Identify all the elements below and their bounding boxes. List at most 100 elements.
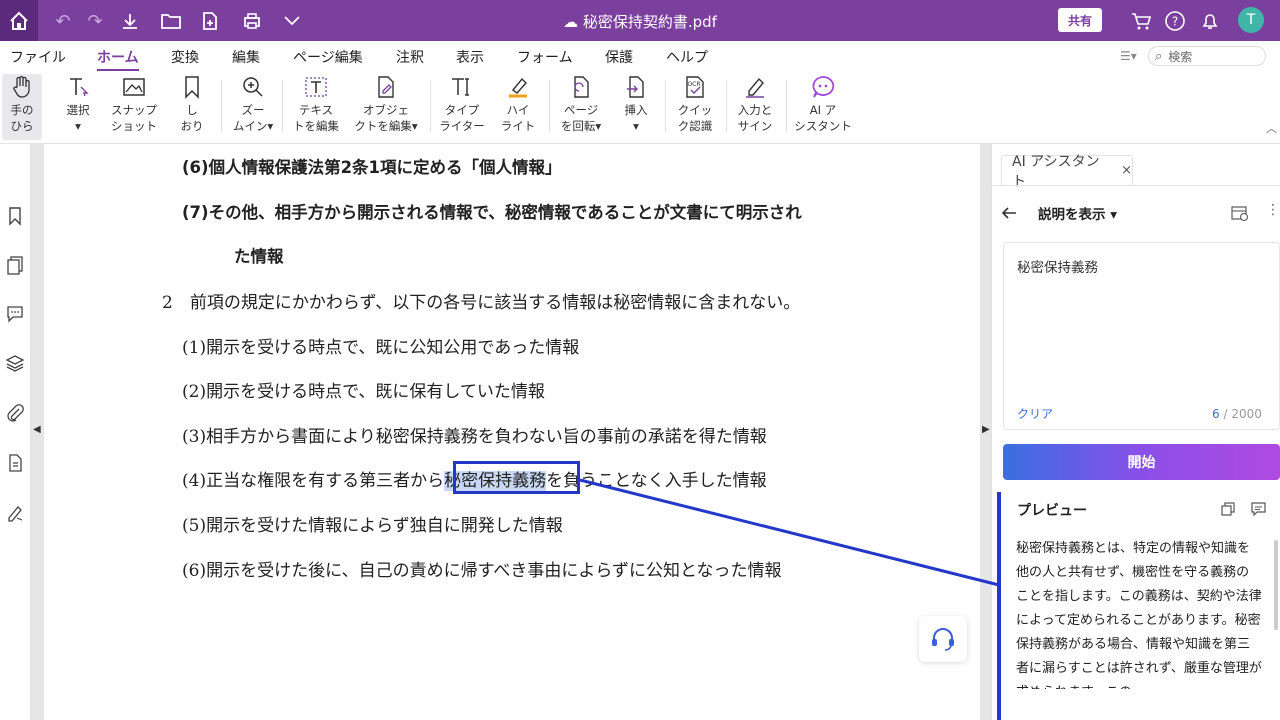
- menu-annotate[interactable]: 注釈: [396, 47, 424, 67]
- clear-button[interactable]: クリア: [1017, 405, 1053, 422]
- collapse-ribbon-icon[interactable]: ︿: [1266, 120, 1277, 136]
- copy-icon[interactable]: [1221, 502, 1235, 516]
- collapse-right-icon[interactable]: ▶: [982, 424, 990, 435]
- menu-page-edit[interactable]: ページ編集: [293, 47, 363, 67]
- menu-home[interactable]: ホーム: [97, 47, 139, 71]
- undo-icon[interactable]: ↶: [48, 6, 78, 36]
- help-icon[interactable]: ?: [1160, 6, 1190, 36]
- edit-object-button[interactable]: オブジェ クトを編集▾: [350, 74, 422, 134]
- selection-highlight-box: [453, 461, 580, 494]
- typewriter-icon: [436, 74, 488, 100]
- bookmark-button[interactable]: しおり: [172, 74, 212, 134]
- mode-dropdown[interactable]: 説明を表示 ▾: [1038, 203, 1117, 223]
- doc-line: (7)その他、相手方から開示される情報で、秘密情報であることが文書にて明示され: [182, 203, 802, 222]
- doc-line: (2)開示を受ける時点で、既に保有していた情報: [182, 382, 545, 402]
- typewriter-button[interactable]: タイプ ライター: [436, 74, 488, 134]
- chevron-down-icon[interactable]: [277, 6, 307, 36]
- layers-panel-icon[interactable]: [5, 353, 25, 373]
- bookmark-icon: [172, 74, 212, 100]
- document-panel-icon[interactable]: [5, 453, 25, 473]
- attachments-panel-icon[interactable]: [5, 403, 25, 423]
- doc-line: た情報: [234, 247, 284, 266]
- ribbon-separator: [549, 80, 550, 132]
- bell-icon[interactable]: [1195, 6, 1225, 36]
- home-button[interactable]: [0, 0, 38, 41]
- ocr-icon: OCR: [672, 74, 718, 100]
- share-button[interactable]: 共有: [1058, 8, 1102, 32]
- edit-text-button[interactable]: テキス トを編集: [288, 74, 344, 134]
- ai-assistant-button[interactable]: AI アシスタント: [792, 74, 854, 134]
- menu-convert[interactable]: 変換: [171, 47, 199, 67]
- ai-input-text[interactable]: 秘密保持義務: [1017, 256, 1098, 276]
- signature-panel-icon[interactable]: [5, 503, 25, 523]
- bookmark-panel-icon[interactable]: [5, 206, 25, 226]
- menu-form[interactable]: フォーム: [517, 47, 573, 67]
- collapse-left-icon[interactable]: ◀: [33, 424, 41, 435]
- redo-icon[interactable]: ↷: [80, 6, 110, 36]
- cart-icon[interactable]: [1127, 6, 1157, 36]
- print-icon[interactable]: [237, 6, 267, 36]
- new-file-icon[interactable]: [195, 6, 225, 36]
- search-input[interactable]: ⌕ 検索: [1148, 46, 1266, 66]
- ocr-button[interactable]: OCR クイッ ク認識: [672, 74, 718, 134]
- preview-text: 秘密保持義務とは、特定の情報や知識を他の人と共有せず、機密性を守る義務のことを指…: [1016, 541, 1262, 689]
- rotate-page-icon: [555, 74, 607, 100]
- menu-help[interactable]: ヘルプ: [666, 47, 708, 67]
- document-title: ☁ 秘密保持契約書.pdf: [563, 13, 717, 31]
- left-sidebar: [0, 144, 31, 720]
- zoom-in-icon: [228, 74, 278, 100]
- preview-scrollbar[interactable]: [1274, 540, 1278, 630]
- menu-view[interactable]: 表示: [456, 47, 484, 67]
- hand-tool-button[interactable]: 手の ひら: [2, 74, 42, 134]
- menu-edit[interactable]: 編集: [232, 47, 260, 67]
- svg-text:?: ?: [1172, 15, 1178, 29]
- headset-icon: [932, 628, 954, 651]
- snapshot-button[interactable]: スナップ ショット: [108, 74, 160, 134]
- start-button[interactable]: 開始: [1003, 444, 1280, 480]
- close-icon[interactable]: ×: [1121, 163, 1132, 178]
- sign-pen-icon: [732, 74, 778, 100]
- ribbon-separator: [282, 80, 283, 132]
- doc-line: (1)開示を受ける時点で、既に公知公用であった情報: [182, 338, 580, 358]
- doc-line: (5)開示を受けた情報によらず独自に開発した情報: [182, 516, 563, 536]
- comments-panel-icon[interactable]: [5, 303, 25, 323]
- ribbon-separator: [221, 80, 222, 132]
- tab-ai-assistant[interactable]: AI アシスタント ×: [1001, 154, 1133, 190]
- ribbon-separator: [726, 80, 727, 132]
- ribbon-separator: [786, 80, 787, 132]
- search-options-icon[interactable]: ☰▾: [1120, 49, 1137, 63]
- select-text-icon: [58, 74, 98, 100]
- edit-object-icon: [350, 74, 422, 100]
- pages-panel-icon[interactable]: [5, 255, 25, 275]
- fill-sign-button[interactable]: 入力と サイン: [732, 74, 778, 134]
- avatar[interactable]: T: [1238, 7, 1264, 33]
- comment-icon[interactable]: [1251, 502, 1266, 516]
- doc-line: (6)個人情報保護法第2条1項に定める「個人情報」: [182, 158, 562, 177]
- insert-page-button[interactable]: 挿入 ▾: [614, 74, 658, 134]
- download-icon[interactable]: [115, 6, 145, 36]
- svg-text:OCR: OCR: [687, 81, 700, 88]
- doc-line: (3)相手方から書面により秘密保持義務を負わない旨の事前の承諾を得た情報: [182, 427, 767, 447]
- insert-page-icon: [614, 74, 658, 100]
- history-icon[interactable]: [1230, 204, 1250, 222]
- rotate-page-button[interactable]: ページ を回転▾: [555, 74, 607, 134]
- home-icon: [10, 11, 28, 30]
- select-tool-button[interactable]: 選択 ▾: [58, 74, 98, 134]
- support-button[interactable]: [919, 616, 967, 662]
- menu-file[interactable]: ファイル: [10, 47, 66, 67]
- ribbon-separator: [665, 80, 666, 132]
- snapshot-icon: [108, 74, 160, 100]
- hand-icon: [2, 74, 42, 100]
- more-options-icon[interactable]: ⋮: [1266, 202, 1280, 218]
- open-folder-icon[interactable]: [156, 6, 186, 36]
- search-icon: ⌕: [1155, 48, 1163, 64]
- zoom-button[interactable]: ズー ムイン▾: [228, 74, 278, 134]
- back-arrow-icon[interactable]: [1000, 205, 1018, 221]
- highlight-button[interactable]: ハイ ライト: [496, 74, 540, 134]
- char-counter: 6 / 2000: [1212, 407, 1262, 421]
- cloud-icon: ☁: [563, 13, 579, 31]
- menu-protect[interactable]: 保護: [605, 47, 633, 67]
- ribbon-separator: [430, 80, 431, 132]
- edit-text-icon: [288, 74, 344, 100]
- doc-line: 2 前項の規定にかかわらず、以下の各号に該当する情報は秘密情報に含まれない。: [162, 293, 801, 313]
